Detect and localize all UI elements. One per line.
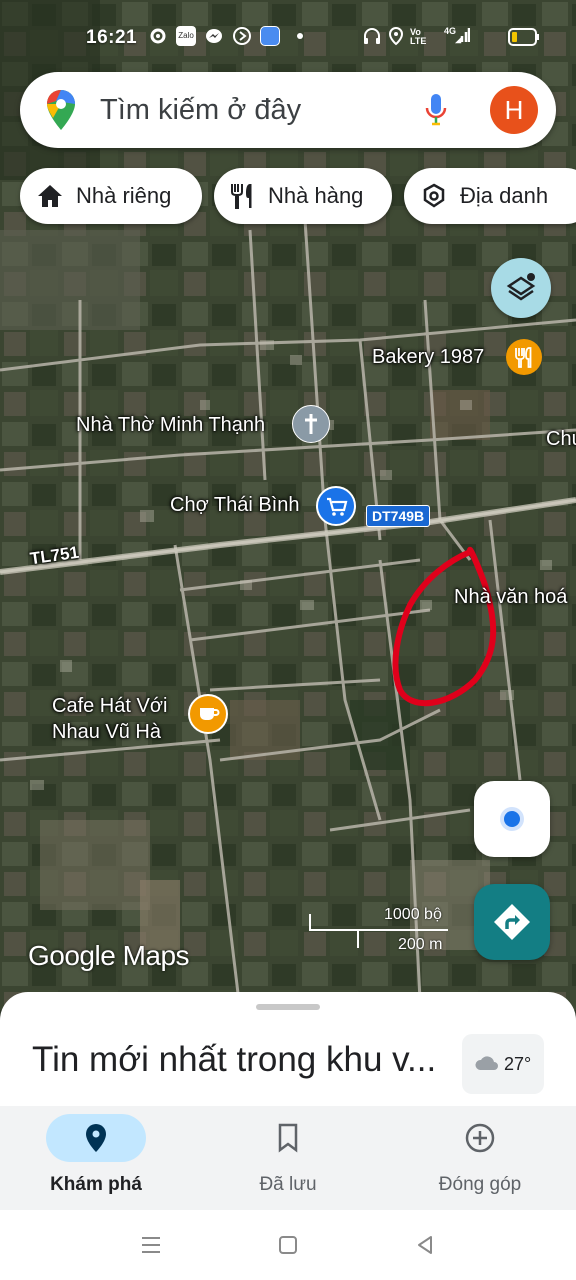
chip-home[interactable]: Nhà riêng	[20, 168, 202, 224]
map-label-market[interactable]: Chợ Thái Bình	[170, 494, 299, 517]
menu-icon[interactable]	[140, 1234, 162, 1256]
chip-restaurant[interactable]: Nhà hàng	[214, 168, 392, 224]
bookmark-icon	[278, 1123, 298, 1153]
back-icon[interactable]	[414, 1234, 436, 1256]
layers-button[interactable]	[491, 258, 551, 318]
news-title[interactable]: Tin mới nhất trong khu v...	[32, 1040, 436, 1080]
microphone-icon[interactable]	[424, 92, 448, 128]
location-icon	[388, 26, 404, 46]
nav-contribute[interactable]: Đóng góp	[384, 1106, 576, 1210]
weather-badge[interactable]: 27°	[462, 1034, 544, 1094]
cloud-icon	[475, 1056, 498, 1070]
scale-meters: 200 m	[398, 936, 443, 953]
google-maps-logo-icon	[47, 90, 75, 130]
status-time: 16:21	[86, 27, 138, 48]
volte-icon: Vo LTE	[410, 27, 427, 46]
zalo-icon: Zalo	[176, 26, 196, 46]
map-label-edge: Chu	[546, 428, 576, 450]
restaurant-icon	[231, 184, 252, 209]
home-square-icon[interactable]	[277, 1234, 299, 1256]
cafe-pin-icon[interactable]	[188, 694, 228, 734]
layers-icon	[506, 273, 536, 301]
search-placeholder[interactable]: Tìm kiếm ở đây	[100, 94, 301, 127]
restaurant-pin-icon[interactable]	[506, 339, 542, 375]
add-circle-icon	[465, 1123, 495, 1153]
church-pin-icon[interactable]	[292, 405, 330, 443]
shopping-cart-pin-icon[interactable]	[316, 486, 356, 526]
battery-icon	[508, 28, 539, 46]
system-navigation-bar	[0, 1210, 576, 1280]
chip-landmark[interactable]: Địa danh	[404, 168, 576, 224]
my-location-icon	[500, 807, 524, 831]
landmark-icon	[423, 183, 445, 208]
sheet-drag-handle[interactable]	[256, 1004, 320, 1010]
home-icon	[38, 185, 62, 207]
circle-app-icon	[233, 27, 251, 45]
my-location-button[interactable]	[474, 781, 550, 857]
search-bar[interactable]: Tìm kiếm ở đây H	[20, 72, 556, 148]
directions-button[interactable]	[474, 884, 550, 960]
status-bar: 16:21 Zalo Vo LTE 4G	[0, 0, 576, 72]
dot-icon	[297, 33, 303, 39]
nav-saved[interactable]: Đã lưu	[192, 1106, 384, 1210]
headphones-icon	[364, 28, 380, 44]
bottom-navigation: Khám phá Đã lưu Đóng góp	[0, 1106, 576, 1210]
settings-icon	[150, 28, 166, 44]
explore-pin-icon	[86, 1124, 106, 1152]
map-label-church[interactable]: Nhà Thờ Minh Thạnh	[76, 414, 265, 437]
app-icon	[260, 26, 280, 46]
map-label-cafe[interactable]: Cafe Hát Với Nhau Vũ Hà	[52, 693, 192, 745]
google-maps-watermark: Google Maps	[28, 940, 190, 971]
map-label-bakery[interactable]: Bakery 1987	[372, 346, 484, 369]
map-label-cultural-house[interactable]: Nhà văn hoá	[454, 586, 567, 609]
account-avatar[interactable]: H	[490, 86, 538, 134]
route-badge-dt749b: DT749B	[366, 505, 431, 527]
messenger-icon	[206, 29, 222, 43]
directions-icon	[494, 904, 530, 940]
satellite-map[interactable]: Bakery 1987 Chu Nhà Thờ Minh Thạnh Chợ T…	[0, 0, 576, 1010]
scale-feet: 1000 bộ	[384, 906, 442, 923]
nav-explore[interactable]: Khám phá	[0, 1106, 192, 1210]
temperature: 27°	[504, 1054, 532, 1074]
